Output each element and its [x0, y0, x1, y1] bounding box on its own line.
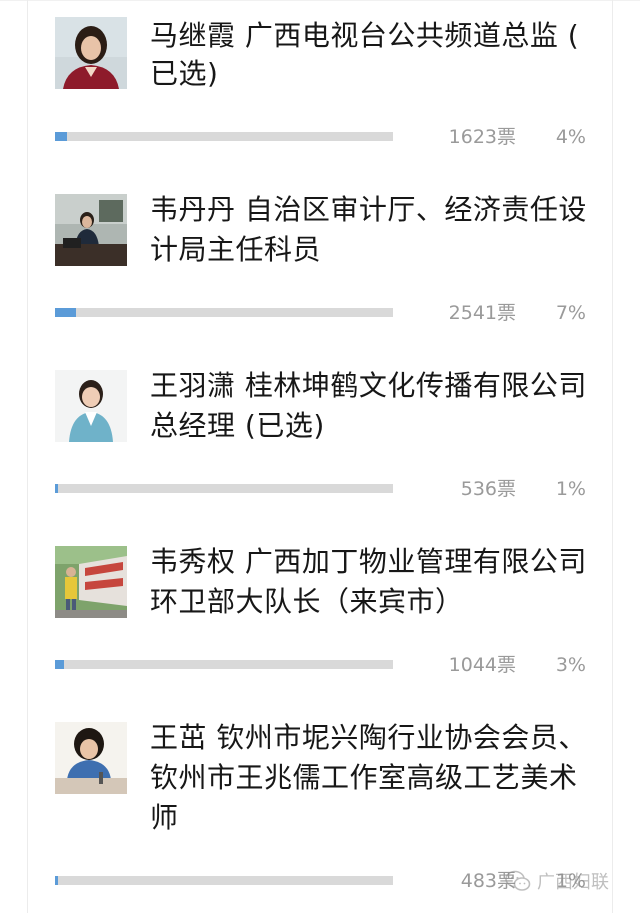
candidate-name-line-3: 师	[150, 801, 179, 834]
candidate-item[interactable]: 马继霞 广西电视台公共频道总监 ( 已选) 1623票 4%	[0, 0, 640, 176]
artisan-working-photo	[55, 722, 127, 794]
candidate-status-paren: )	[207, 57, 219, 90]
vote-count: 1044票	[448, 654, 516, 676]
candidate-photo	[55, 194, 127, 266]
vote-progress-bar	[55, 308, 393, 317]
vote-percent: 7%	[555, 302, 586, 324]
vote-results-page: 马继霞 广西电视台公共频道总监 ( 已选) 1623票 4% 韦丹丹 自治区审计…	[0, 0, 640, 913]
candidate-photo	[55, 546, 127, 618]
vote-progress-fill	[55, 484, 58, 493]
candidate-name-line-1: 王羽潇 桂林坤鹤文化传播有限公司	[150, 369, 587, 402]
candidate-name-line-2: 总经理 (已选)	[150, 409, 325, 442]
vote-count: 483票	[460, 870, 516, 892]
candidate-status: 已选	[150, 57, 208, 90]
candidate-item[interactable]: 韦丹丹 自治区审计厅、经济责任设 计局主任科员 2541票 7%	[0, 176, 640, 352]
wechat-icon	[505, 870, 531, 891]
vote-progress-bar	[55, 132, 393, 141]
candidate-name-line-2: 钦州市王兆儒工作室高级工艺美术	[150, 761, 578, 794]
vote-count: 1623票	[448, 126, 516, 148]
candidate-photo	[55, 722, 127, 794]
vote-progress-bar	[55, 660, 393, 669]
candidate-name-line-1: 王茁 钦州市坭兴陶行业协会会员、	[150, 721, 587, 754]
vote-progress-fill	[55, 132, 67, 141]
vote-percent: 4%	[555, 126, 586, 148]
candidate-photo	[55, 370, 127, 442]
candidate-item[interactable]: 王羽潇 桂林坤鹤文化传播有限公司 总经理 (已选) 536票 1%	[0, 352, 640, 528]
vote-progress-bar	[55, 484, 393, 493]
account-watermark: 广西妇联	[505, 866, 609, 896]
woman-portrait-photo	[55, 17, 127, 89]
candidate-name-line-1: 韦丹丹 自治区审计厅、经济责任设	[150, 193, 587, 226]
candidate-name-line-1: 韦秀权 广西加丁物业管理有限公司	[150, 545, 587, 578]
candidate-name-line-2: 已选)	[150, 52, 590, 96]
woman-smiling-photo	[55, 370, 127, 442]
watermark-text: 广西妇联	[537, 872, 609, 893]
woman-at-desk-photo	[55, 194, 127, 266]
vote-progress-bar	[55, 876, 393, 885]
vote-percent: 1%	[555, 478, 586, 500]
vote-count: 536票	[460, 478, 516, 500]
candidate-photo	[55, 17, 127, 89]
vote-percent: 3%	[555, 654, 586, 676]
street-worker-photo	[55, 546, 127, 618]
candidate-item[interactable]: 韦秀权 广西加丁物业管理有限公司 环卫部大队长（来宾市） 1044票 3%	[0, 528, 640, 704]
candidate-name-line-2: 环卫部大队长（来宾市）	[150, 585, 464, 618]
vote-progress-fill	[55, 876, 58, 885]
vote-progress-fill	[55, 660, 64, 669]
vote-count: 2541票	[448, 302, 516, 324]
vote-progress-fill	[55, 308, 76, 317]
candidate-name-line-2: 计局主任科员	[150, 233, 322, 266]
